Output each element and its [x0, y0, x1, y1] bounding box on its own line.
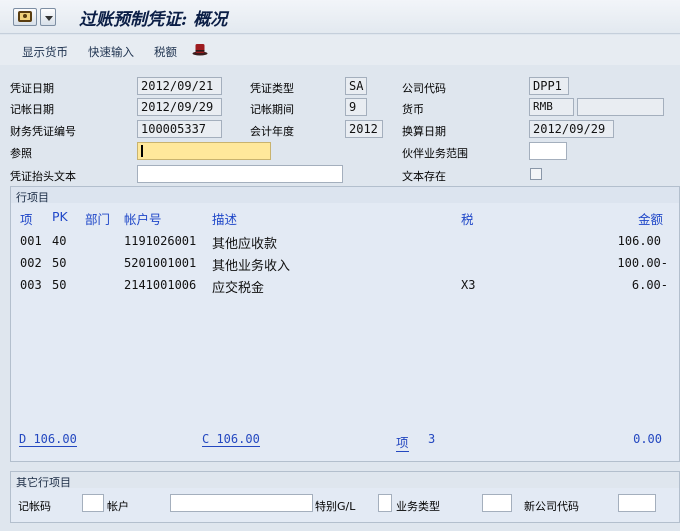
balance-total: 0.00 [633, 432, 662, 446]
col-header-item: 项 [20, 212, 33, 227]
row-pk: 40 [52, 234, 67, 248]
row-amount: 6.00- [631, 278, 668, 292]
doc-number-label: 财务凭证编号 [10, 125, 76, 138]
trading-partner-field[interactable] [529, 142, 567, 160]
fiscal-year-field[interactable]: 2012 [345, 120, 383, 138]
currency-field[interactable]: RMB [529, 98, 574, 116]
special-gl-label: 特别G/L [315, 500, 356, 513]
document-header: 凭证日期 2012/09/21 凭证类型 SA 公司代码 DPP1 记帐日期 2… [0, 66, 680, 186]
quick-entry-button[interactable]: 快速输入 [88, 44, 134, 60]
company-code-field[interactable]: DPP1 [529, 77, 569, 95]
posting-date-field[interactable]: 2012/09/29 [137, 98, 222, 116]
new-company-code-label: 新公司代码 [524, 500, 579, 513]
item-count-label: 项 [396, 432, 409, 452]
col-header-account: 帐户号 [124, 212, 162, 227]
text-cursor [141, 145, 143, 157]
row-tax: X3 [461, 278, 476, 292]
header-text-field[interactable] [137, 165, 343, 183]
row-item: 003 [20, 278, 42, 292]
row-description: 其他应收款 [212, 237, 278, 252]
col-header-amount: 金额 [638, 212, 664, 227]
col-header-pk: PK [52, 209, 68, 224]
transaction-type-label: 业务类型 [396, 500, 440, 513]
trading-partner-label: 伙伴业务范围 [402, 147, 468, 160]
transaction-type-field[interactable] [482, 494, 512, 512]
other-line-item-panel: 其它行项目 记帐码 帐户 特别G/L 业务类型 新公司代码 [10, 471, 680, 523]
col-header-bus-area: 部门 [85, 212, 111, 227]
row-account: 1191026001 [124, 234, 197, 248]
posting-key-label: 记帐码 [18, 500, 51, 513]
doc-number-field[interactable]: 100005337 [137, 120, 222, 138]
currency-extra-field[interactable] [577, 98, 664, 116]
row-item: 002 [20, 256, 42, 270]
row-description: 其他业务收入 [212, 259, 291, 274]
row-pk: 50 [52, 256, 67, 270]
reference-field[interactable] [137, 142, 271, 160]
account-label: 帐户 [107, 500, 129, 513]
text-exists-checkbox[interactable] [530, 168, 542, 180]
col-header-tax: 税 [461, 212, 474, 227]
fiscal-year-label: 会计年度 [250, 125, 294, 138]
text-exists-label: 文本存在 [402, 170, 446, 183]
period-field[interactable]: 9 [345, 98, 367, 116]
row-amount: 106.00 [617, 234, 661, 248]
posting-key-field[interactable] [82, 494, 104, 512]
doc-type-label: 凭证类型 [250, 82, 294, 95]
application-toolbar: 显示货币 快速输入 税额 [0, 35, 680, 65]
debit-total: D 106.00 [19, 432, 77, 447]
period-label: 记帐期间 [250, 103, 294, 116]
translation-date-label: 换算日期 [402, 125, 446, 138]
header-text-label: 凭证抬头文本 [10, 170, 76, 183]
posting-date-label: 记帐日期 [10, 103, 54, 116]
doc-date-field[interactable]: 2012/09/21 [137, 77, 222, 95]
row-amount: 100.00- [617, 256, 668, 270]
translation-date-field[interactable]: 2012/09/29 [529, 120, 614, 138]
account-field[interactable] [170, 494, 313, 512]
special-gl-field[interactable] [378, 494, 392, 512]
reference-label: 参照 [10, 147, 32, 160]
other-line-item-fields: 记帐码 帐户 特别G/L 业务类型 新公司代码 [11, 488, 679, 522]
show-currency-button[interactable]: 显示货币 [22, 44, 68, 60]
chevron-down-icon[interactable] [40, 8, 56, 26]
item-count: 3 [428, 432, 436, 446]
company-code-label: 公司代码 [402, 82, 446, 95]
col-header-description: 描述 [212, 212, 238, 227]
doc-type-field[interactable]: SA [345, 77, 367, 95]
row-description: 应交税金 [212, 281, 265, 296]
doc-date-label: 凭证日期 [10, 82, 54, 95]
title-bar: 过账预制凭证: 概况 [0, 0, 680, 34]
row-pk: 50 [52, 278, 67, 292]
credit-total: C 106.00 [202, 432, 260, 447]
line-items-panel: 行项目 项 PK 部门 帐户号 描述 税 金额 001 40 119102600… [10, 186, 680, 462]
page-title: 过账预制凭证: 概况 [79, 10, 228, 30]
row-account: 5201001001 [124, 256, 197, 270]
line-items-table: 项 PK 部门 帐户号 描述 税 金额 001 40 1191026001 其他… [11, 203, 679, 461]
tax-button[interactable]: 税额 [154, 44, 177, 60]
document-display-icon[interactable] [13, 8, 37, 26]
currency-label: 货币 [402, 103, 424, 116]
new-company-code-field[interactable] [618, 494, 656, 512]
row-item: 001 [20, 234, 42, 248]
hat-icon[interactable] [192, 43, 208, 56]
row-account: 2141001006 [124, 278, 197, 292]
